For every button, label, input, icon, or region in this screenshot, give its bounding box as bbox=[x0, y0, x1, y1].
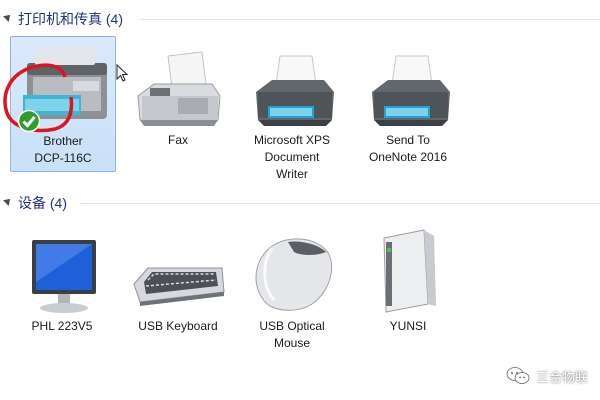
external-drive-icon bbox=[358, 222, 458, 318]
watermark-text: 三合物联 bbox=[535, 369, 588, 385]
device-label: USB Optical Mouse bbox=[259, 319, 325, 350]
default-check-icon bbox=[17, 109, 41, 133]
fax-machine-icon bbox=[128, 36, 228, 132]
device-label: PHL 223V5 bbox=[31, 319, 93, 333]
device-label: USB Keyboard bbox=[138, 319, 218, 333]
device-label: Brother DCP-116C bbox=[34, 134, 92, 165]
device-brother-dcp-116c[interactable]: Brother DCP-116C bbox=[3, 36, 116, 172]
collapse-arrow-icon[interactable] bbox=[3, 12, 13, 22]
devices-group-header[interactable]: 设备 (4) bbox=[0, 192, 600, 214]
printers-group-header[interactable]: 打印机和传真 (4) bbox=[0, 8, 600, 30]
mouse-icon bbox=[242, 222, 342, 318]
printer-icon bbox=[242, 36, 342, 132]
wechat-icon bbox=[506, 367, 530, 384]
group-title: 打印机和传真 (4) bbox=[18, 11, 123, 27]
multifunction-printer-icon bbox=[3, 37, 113, 133]
device-label: YUNSI bbox=[389, 319, 427, 333]
device-phl-223v5[interactable]: PHL 223V5 bbox=[10, 222, 114, 335]
collapse-arrow-icon[interactable] bbox=[3, 196, 13, 206]
device-yunsi[interactable]: YUNSI bbox=[356, 222, 460, 335]
device-microsoft-xps-document-writer[interactable]: Microsoft XPS Document Writer bbox=[240, 36, 344, 183]
device-label: Fax bbox=[167, 133, 188, 147]
device-label: Microsoft XPS Document Writer bbox=[253, 133, 331, 181]
keyboard-icon bbox=[128, 222, 228, 318]
monitor-icon bbox=[12, 222, 112, 318]
device-fax[interactable]: Fax bbox=[126, 36, 230, 149]
device-send-to-onenote-2016[interactable]: Send To OneNote 2016 bbox=[356, 36, 460, 166]
group-title: 设备 (4) bbox=[18, 195, 67, 211]
device-usb-optical-mouse[interactable]: USB Optical Mouse bbox=[240, 222, 344, 352]
printer-icon bbox=[358, 36, 458, 132]
mouse-cursor-icon bbox=[116, 64, 128, 82]
device-label: Send To OneNote 2016 bbox=[368, 133, 448, 164]
watermark: 三合物联 bbox=[506, 366, 588, 386]
device-usb-keyboard[interactable]: USB Keyboard bbox=[126, 222, 230, 335]
group-divider bbox=[80, 203, 600, 204]
group-divider bbox=[140, 19, 600, 20]
